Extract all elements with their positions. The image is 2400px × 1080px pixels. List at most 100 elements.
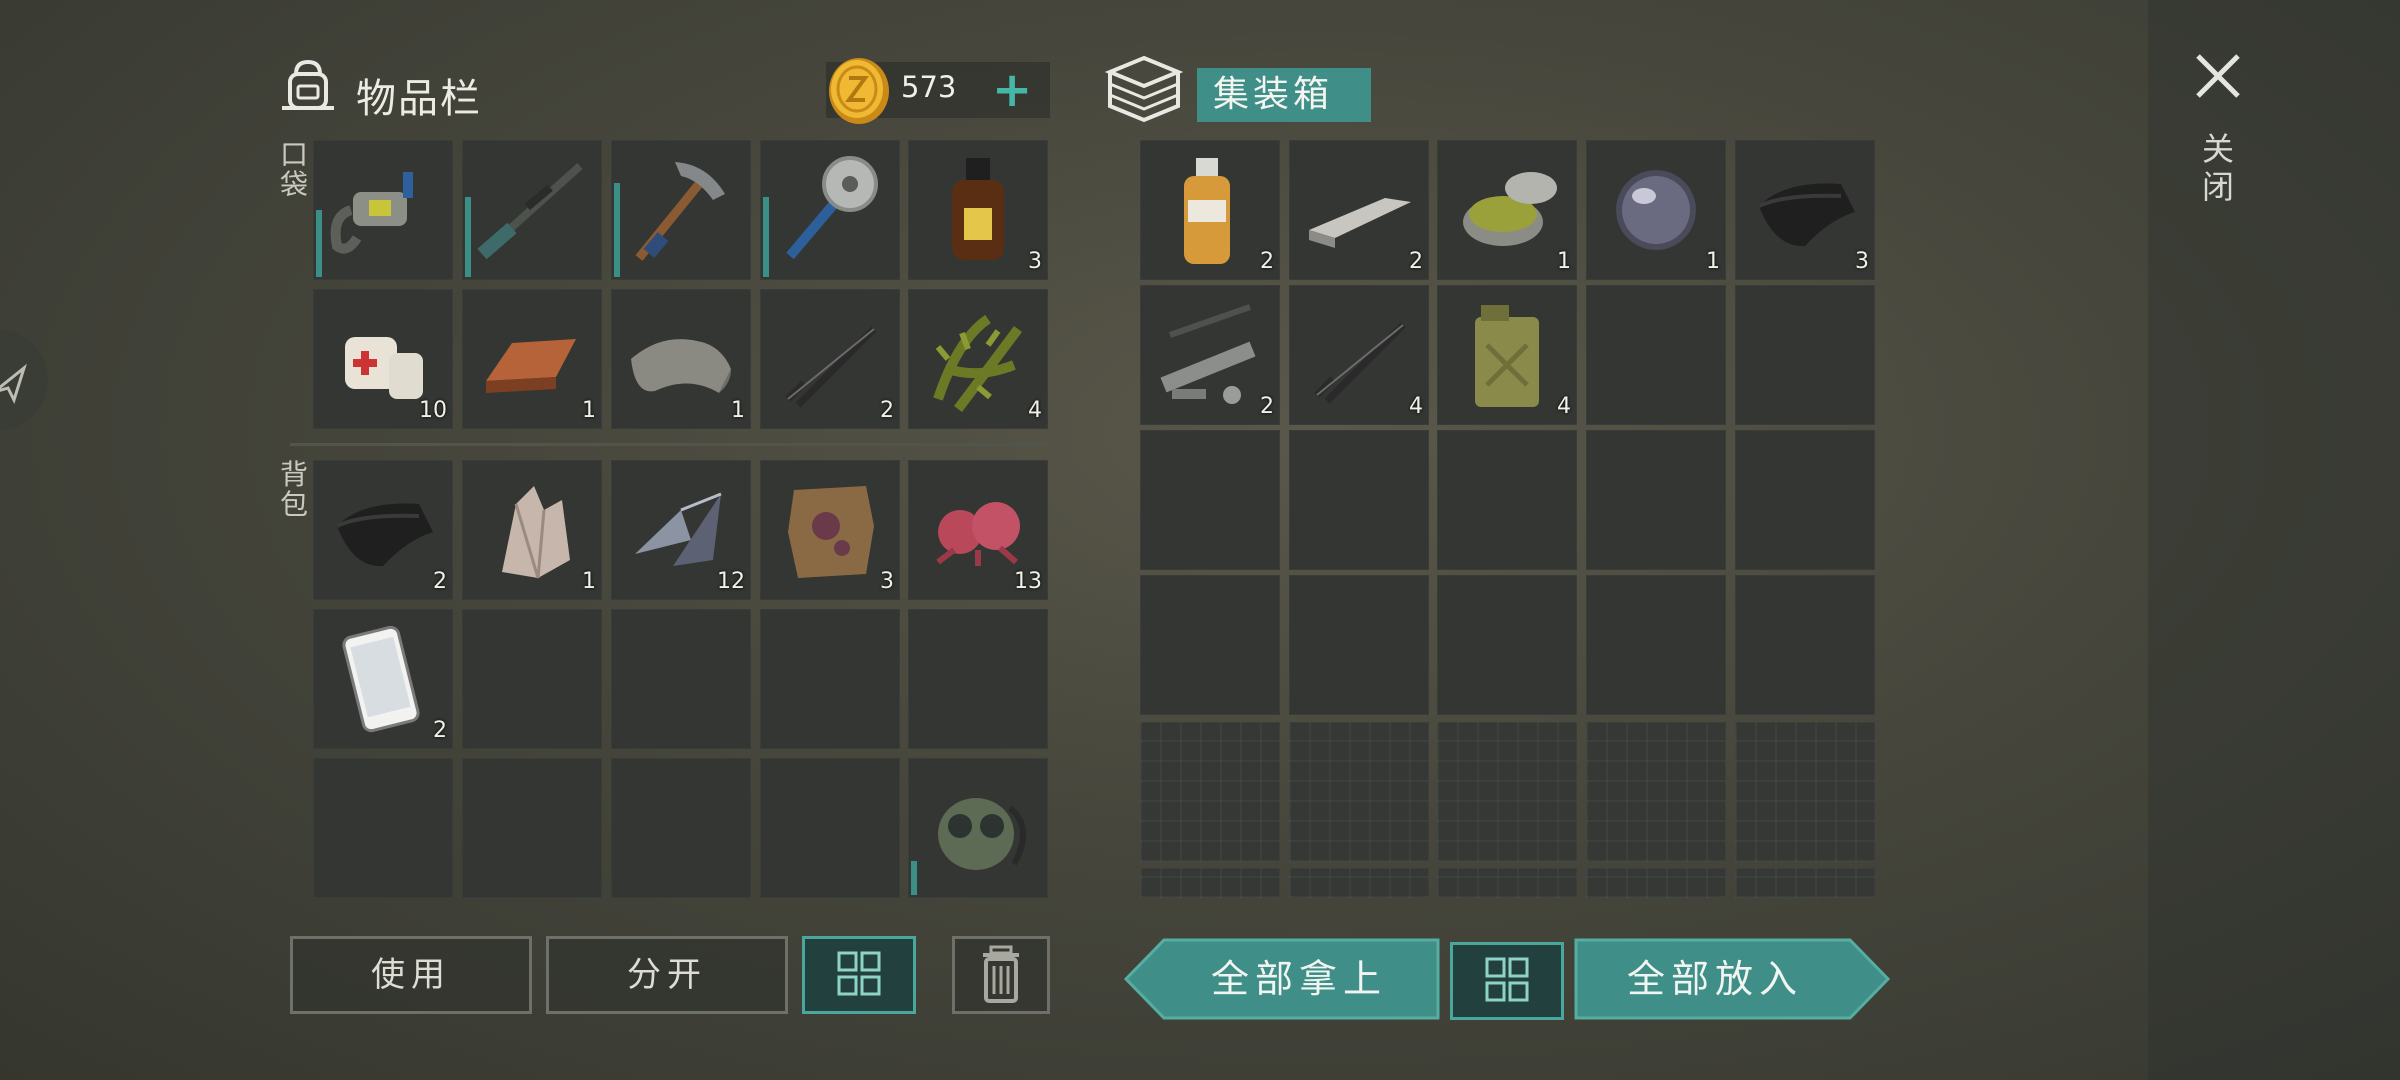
container-slot[interactable]: 1: [1586, 140, 1726, 280]
side-menu-tab[interactable]: [0, 330, 48, 430]
item-quantity: 13: [1014, 569, 1042, 594]
pockets-label: 口袋: [280, 138, 309, 201]
backpack-slot[interactable]: [313, 758, 453, 898]
item-quantity: 1: [582, 569, 596, 594]
item-quantity: 2: [1260, 249, 1274, 274]
backpack-slot[interactable]: [462, 609, 602, 749]
container-slot[interactable]: [1735, 575, 1875, 715]
container-slot[interactable]: 2: [1140, 285, 1280, 425]
durability-bar: [911, 861, 917, 895]
container-slot[interactable]: [1437, 722, 1577, 862]
backpack-slot[interactable]: [611, 609, 751, 749]
container-slot[interactable]: [1735, 430, 1875, 570]
fabric-icon: [631, 339, 731, 393]
backpack-slot[interactable]: [462, 758, 602, 898]
container-slot[interactable]: [1735, 722, 1875, 862]
close-button[interactable]: [2190, 48, 2246, 108]
gas-mask-icon: [938, 798, 1027, 870]
item-quantity: 2: [880, 398, 894, 423]
backpack-slot[interactable]: 1: [462, 460, 602, 600]
split-button[interactable]: 分开: [546, 936, 788, 1014]
container-slot[interactable]: [1437, 868, 1577, 898]
add-coins-button[interactable]: +: [992, 66, 1032, 114]
item-quantity: 4: [1557, 394, 1571, 419]
container-box-icon: [1104, 52, 1184, 126]
use-button[interactable]: 使用: [290, 936, 532, 1014]
container-slot[interactable]: [1586, 868, 1726, 898]
leather-icon: [1758, 183, 1855, 247]
backpack-slot[interactable]: 2: [313, 460, 453, 600]
backpack-slot[interactable]: [760, 758, 900, 898]
resin-jar-icon: [1463, 172, 1557, 246]
item-quantity: 2: [433, 569, 447, 594]
pocket-slot[interactable]: 10: [313, 289, 453, 429]
sort-inventory-button[interactable]: [802, 936, 916, 1014]
container-slot[interactable]: [1140, 722, 1280, 862]
backpack-slot[interactable]: [611, 758, 751, 898]
leather-icon: [336, 503, 433, 567]
durability-bar: [614, 183, 620, 277]
backpack-slot[interactable]: 3: [760, 460, 900, 600]
backpack-slot[interactable]: [760, 609, 900, 749]
spring-icon: [785, 326, 877, 408]
right-panel-shade: [2148, 0, 2400, 1080]
container-slot[interactable]: 4: [1437, 285, 1577, 425]
container-slot[interactable]: 4: [1289, 285, 1429, 425]
pocket-slot[interactable]: 1: [611, 289, 751, 429]
peroxide-bottle-icon: [1184, 158, 1230, 264]
container-slot[interactable]: 2: [1289, 140, 1429, 280]
pocket-slot[interactable]: [611, 140, 751, 280]
section-divider: [290, 443, 1050, 446]
pocket-slot[interactable]: 3: [908, 140, 1048, 280]
container-slot[interactable]: [1586, 285, 1726, 425]
durability-bar: [465, 197, 471, 277]
container-slot[interactable]: [1289, 575, 1429, 715]
pocket-slot[interactable]: [760, 140, 900, 280]
container-slot[interactable]: [1586, 430, 1726, 570]
backpack-slot[interactable]: 12: [611, 460, 751, 600]
container-slot[interactable]: 1: [1437, 140, 1577, 280]
container-slot[interactable]: [1289, 722, 1429, 862]
item-quantity: 1: [731, 398, 745, 423]
container-slot[interactable]: [1586, 575, 1726, 715]
animal-hide-icon: [788, 486, 874, 578]
item-quantity: 1: [1706, 249, 1720, 274]
take-all-button[interactable]: 全部拿上: [1160, 940, 1438, 1018]
jerrycan-icon: [1475, 305, 1539, 407]
put-all-button[interactable]: 全部放入: [1576, 940, 1854, 1018]
container-slot[interactable]: [1437, 575, 1577, 715]
item-quantity: 2: [1260, 394, 1274, 419]
pocket-slot[interactable]: [462, 140, 602, 280]
backpack-icon: [278, 56, 338, 116]
backpack-slot[interactable]: 13: [908, 460, 1048, 600]
backpack-slot[interactable]: [908, 758, 1048, 898]
trash-button[interactable]: [952, 936, 1050, 1014]
item-quantity: 3: [880, 569, 894, 594]
pickaxe-icon: [635, 162, 725, 261]
container-slot[interactable]: [1140, 430, 1280, 570]
container-slot[interactable]: [1735, 868, 1875, 898]
container-slot[interactable]: [1289, 430, 1429, 570]
backpack-slot[interactable]: 2: [313, 609, 453, 749]
pocket-slot[interactable]: [313, 140, 453, 280]
sort-container-button[interactable]: [1450, 942, 1564, 1020]
container-slot[interactable]: [1140, 868, 1280, 898]
container-slot[interactable]: [1437, 430, 1577, 570]
durability-bar: [316, 210, 322, 277]
item-quantity: 10: [419, 398, 447, 423]
container-slot[interactable]: [1586, 722, 1726, 862]
pocket-slot[interactable]: 2: [760, 289, 900, 429]
copper-ingot-icon: [486, 339, 576, 393]
coin-count: 573: [901, 70, 957, 104]
bottle-icon: [952, 158, 1004, 260]
pocket-slot[interactable]: 4: [908, 289, 1048, 429]
close-label[interactable]: 关闭: [2202, 130, 2234, 206]
container-slot[interactable]: [1289, 868, 1429, 898]
pocket-slot[interactable]: 1: [462, 289, 602, 429]
item-quantity: 3: [1028, 249, 1042, 274]
container-slot[interactable]: [1140, 575, 1280, 715]
container-slot[interactable]: [1735, 285, 1875, 425]
backpack-slot[interactable]: [908, 609, 1048, 749]
container-slot[interactable]: 3: [1735, 140, 1875, 280]
container-slot[interactable]: 2: [1140, 140, 1280, 280]
